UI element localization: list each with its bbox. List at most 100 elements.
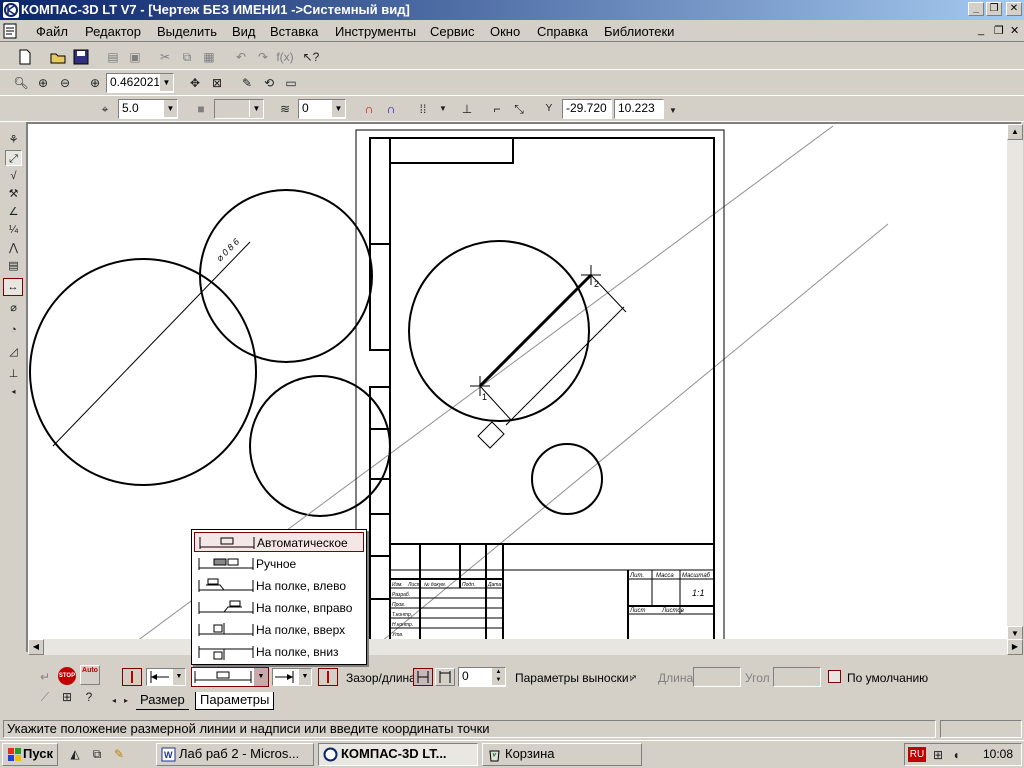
circle-sheet-small[interactable]	[531, 443, 603, 515]
menu-view[interactable]: Вид	[232, 24, 256, 39]
circle-sheet-large[interactable]	[408, 240, 590, 422]
language-indicator[interactable]: RU	[908, 747, 926, 762]
chevron-down-icon[interactable]: ◂	[5, 384, 22, 400]
layers-icon[interactable]: ≋	[276, 100, 294, 118]
help-pointer-icon[interactable]: ↖?	[302, 48, 320, 66]
restore-button[interactable]: ❐	[986, 2, 1002, 16]
menu-select[interactable]: Выделить	[157, 24, 217, 39]
symbols-panel-icon[interactable]: √	[5, 168, 22, 184]
step-cursor-icon[interactable]: ⌖	[96, 100, 114, 118]
mdi-restore-button[interactable]: ❐	[994, 24, 1004, 37]
grid-icon[interactable]: ⁞⁞	[414, 100, 432, 118]
new-file-icon[interactable]	[16, 48, 34, 66]
circle-large-left[interactable]	[29, 258, 257, 486]
default-checkbox[interactable]	[828, 670, 841, 683]
chevron-down-icon[interactable]: ▼	[159, 74, 173, 91]
text-placement-combo[interactable]: ▼	[191, 667, 269, 687]
coord-snap-icon[interactable]: ⤡	[510, 100, 528, 118]
quicklaunch-icon[interactable]: ⧉	[88, 745, 106, 763]
measure-panel-icon[interactable]: ¼	[5, 222, 22, 238]
menu-help[interactable]: Справка	[537, 24, 588, 39]
document-icon[interactable]	[2, 23, 18, 39]
clock[interactable]: 10:08	[983, 747, 1013, 761]
first-extension-line-toggle[interactable]	[122, 668, 142, 686]
point-2-marker[interactable]: 2	[581, 265, 601, 289]
local-cs-icon[interactable]: ⊥	[458, 100, 476, 118]
spec-panel-icon[interactable]: ▤	[5, 258, 22, 274]
option-automatic[interactable]: Автоматическое	[194, 532, 364, 552]
scroll-right-arrow-icon[interactable]: ▶	[1007, 639, 1023, 655]
chevron-down-icon[interactable]: ▼	[163, 100, 177, 117]
gap-mode-button[interactable]	[413, 668, 433, 686]
save-icon[interactable]	[72, 48, 90, 66]
edit-panel-icon[interactable]: ⚒	[5, 186, 22, 202]
snap-grid-icon[interactable]: ⊞	[58, 688, 76, 706]
phantom-dimension[interactable]	[477, 274, 627, 449]
x-coordinate-field[interactable]: -29.720	[562, 99, 612, 119]
task-kompas[interactable]: КОМПАС-3D LT...	[318, 743, 478, 766]
kompas-app-icon[interactable]	[3, 2, 19, 18]
horizontal-scrollbar[interactable]: ◀ ▶	[28, 639, 1023, 655]
radial-dimension-icon[interactable]: ◔	[5, 322, 22, 338]
chevron-down-icon[interactable]: ▼	[254, 668, 268, 686]
layer-combo[interactable]: 0 ▼	[298, 99, 346, 119]
mdi-close-button[interactable]: ✕	[1010, 24, 1019, 37]
spinner-icon[interactable]: ▲ ▼	[491, 668, 505, 685]
help-icon[interactable]: ?	[80, 688, 98, 706]
tab-dimension[interactable]: Размер	[136, 692, 189, 710]
construction-line-2[interactable]	[375, 223, 889, 647]
zoom-in-icon[interactable]: ⊕	[34, 74, 52, 92]
pan-icon[interactable]: ✥	[186, 74, 204, 92]
chevron-down-icon[interactable]: ▼	[299, 669, 311, 685]
menu-insert[interactable]: Вставка	[270, 24, 318, 39]
second-arrow-combo[interactable]: ▼	[272, 668, 312, 686]
close-button[interactable]: ✕	[1006, 2, 1022, 16]
height-dimension-icon[interactable]: ⊥	[5, 366, 22, 382]
leader-params-icon[interactable]: ⦬	[624, 668, 642, 686]
tab-parameters[interactable]: Параметры	[195, 692, 275, 710]
menu-libraries[interactable]: Библиотеки	[604, 24, 674, 39]
menu-edit[interactable]: Редактор	[85, 24, 141, 39]
volume-icon[interactable]: ◖	[947, 746, 965, 764]
circle-upper-middle[interactable]	[199, 189, 373, 363]
show-all-icon[interactable]: ⊠	[208, 74, 226, 92]
length-mode-button[interactable]	[435, 668, 455, 686]
menu-file[interactable]: Файл	[36, 24, 68, 39]
drawing-canvas[interactable]: ⌀ 0 8 6 Лит. Масса Масштаб 1:1 Лист Лист…	[26, 122, 1021, 652]
scroll-left-arrow-icon[interactable]: ◀	[28, 639, 44, 655]
drawing-svg[interactable]: ⌀ 0 8 6 Лит. Масса Масштаб 1:1 Лист Лист…	[28, 124, 1021, 652]
zoom-out-icon[interactable]: ⊖	[56, 74, 74, 92]
gap-value-field[interactable]: 0 ▲ ▼	[458, 667, 506, 687]
menu-window[interactable]: Окно	[490, 24, 520, 39]
vertical-scrollbar[interactable]: ▲ ▼	[1007, 124, 1023, 642]
ortho-icon[interactable]: ⌐	[488, 100, 506, 118]
local-snap-icon[interactable]: ∩	[382, 100, 400, 118]
refresh-icon[interactable]: ✎	[238, 74, 256, 92]
auto-create-button[interactable]: Auto	[80, 665, 100, 685]
geometry-panel-icon[interactable]: ⚘	[5, 132, 22, 148]
network-icon[interactable]: ⊞	[929, 746, 947, 764]
chevron-down-icon[interactable]: ▼	[331, 100, 345, 117]
mdi-minimize-button[interactable]: _	[978, 24, 984, 36]
option-shelf-left[interactable]: На полке, влево	[194, 576, 364, 596]
angular-dimension-icon[interactable]: ◿	[5, 344, 22, 360]
zoom-combo[interactable]: 0.462021 ▼	[106, 73, 174, 93]
first-arrow-combo[interactable]: ▼	[146, 668, 186, 686]
option-shelf-right[interactable]: На полке, вправо	[194, 598, 364, 618]
parametrize-panel-icon[interactable]: ∠	[5, 204, 22, 220]
chevron-down-icon[interactable]: ▼	[664, 102, 682, 120]
option-shelf-down[interactable]: На полке, вниз	[194, 642, 364, 662]
y-coordinate-field[interactable]: 10.223	[614, 99, 664, 119]
dimensions-panel-icon[interactable]: ⤢	[5, 150, 22, 166]
display-mode-icon[interactable]: ▭	[282, 74, 300, 92]
start-button[interactable]: Пуск	[2, 743, 58, 766]
diameter-dimension-line[interactable]	[52, 241, 251, 447]
task-recycle-bin[interactable]: Корзина	[482, 743, 642, 766]
diameter-dimension-icon[interactable]: ⌀	[5, 300, 22, 316]
scroll-up-arrow-icon[interactable]: ▲	[1007, 124, 1023, 140]
chevron-down-icon[interactable]: ▼	[173, 669, 185, 685]
stop-icon[interactable]: STOP	[58, 667, 76, 685]
linear-dimension-icon[interactable]: ↔	[3, 278, 23, 296]
regenerate-icon[interactable]: ⟲	[260, 74, 278, 92]
show-desktop-icon[interactable]: ◭	[66, 745, 84, 763]
